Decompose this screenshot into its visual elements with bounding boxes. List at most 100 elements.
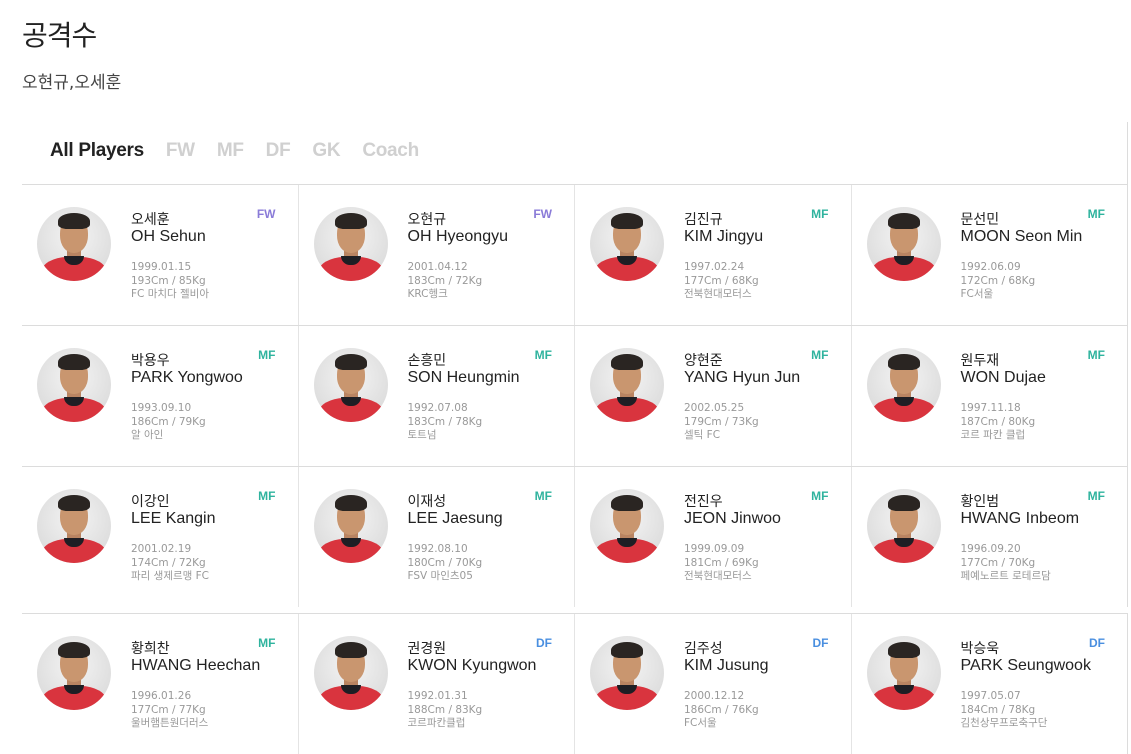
player-card[interactable]: 오현규 OH Hyeongyu FW 2001.04.12 183Cm / 72Kg KR…	[299, 185, 575, 325]
hair-shape	[887, 213, 920, 229]
player-row: 박용우 PARK Yongwoo MF 1993.09.10 186Cm / 79Kg 알…	[22, 325, 1128, 466]
player-card[interactable]: 황인범 HWANG Inbeom MF 1996.09.20 177Cm / 70Kg 페…	[852, 467, 1128, 607]
position-badge: MF	[811, 207, 829, 221]
player-card[interactable]: 문선민 MOON Seon Min MF 1992.06.09 172Cm / 68Kg…	[852, 185, 1128, 325]
player-photo	[590, 636, 664, 710]
position-badge: DF	[812, 636, 829, 650]
player-photo	[866, 636, 941, 710]
player-height-weight: 183Cm / 78Kg	[407, 415, 483, 428]
player-details: 1992.01.31 188Cm / 83Kg 코르파칸클럽	[408, 690, 483, 731]
player-photo	[313, 207, 388, 281]
player-card[interactable]: 권경원 KWON Kyungwon DF 1992.01.31 188Cm / 83Kg…	[299, 614, 575, 754]
player-photo	[590, 207, 664, 281]
player-height-weight: 184Cm / 78Kg	[960, 703, 1036, 716]
hair-shape	[611, 642, 643, 658]
hair-shape	[887, 495, 920, 511]
player-english-name: OH Sehun	[131, 228, 206, 245]
filter-coach[interactable]: Coach	[362, 140, 419, 162]
player-card[interactable]: 박용우 PARK Yongwoo MF 1993.09.10 186Cm / 79Kg 알…	[22, 326, 299, 466]
position-badge: DF	[1089, 636, 1105, 650]
filter-all-players[interactable]: All Players	[50, 140, 144, 162]
player-details: 2002.05.25 179Cm / 73Kg 셀틱 FC	[684, 402, 759, 443]
player-photo	[313, 489, 388, 563]
player-details: 1997.11.18 187Cm / 80Kg 코르 파칸 클럽	[961, 402, 1036, 443]
player-birthdate: 1993.09.10	[131, 402, 192, 414]
player-details: 2001.02.19 174Cm / 72Kg 파리 생제르맹 FC	[131, 543, 209, 584]
filter-fw[interactable]: FW	[166, 140, 195, 162]
player-birthdate: 1999.01.15	[131, 261, 192, 273]
player-korean-name: 오현규	[407, 212, 447, 228]
filter-gk[interactable]: GK	[312, 140, 340, 162]
position-badge: MF	[1087, 348, 1105, 362]
player-photo	[866, 348, 941, 422]
player-height-weight: 187Cm / 80Kg	[960, 415, 1036, 428]
player-korean-name: 박용우	[131, 353, 170, 369]
filter-mf[interactable]: MF	[217, 140, 244, 162]
player-club: 셀틱 FC	[684, 429, 721, 441]
player-card[interactable]: 박승욱 PARK Seungwook DF 1997.05.07 184Cm / 78K…	[852, 614, 1128, 754]
player-photo	[866, 489, 941, 563]
player-english-name: OH Hyeongyu	[407, 228, 509, 245]
player-korean-name: 오세훈	[131, 212, 170, 228]
player-english-name: KIM Jusung	[684, 657, 769, 674]
player-card[interactable]: 김진규 KIM Jingyu MF 1997.02.24 177Cm / 68Kg 전북현…	[575, 185, 852, 325]
player-details: 1996.01.26 177Cm / 77Kg 울버햄튼원더러스	[131, 690, 208, 731]
position-badge: MF	[811, 489, 829, 503]
position-badge: DF	[536, 636, 552, 650]
player-korean-name: 이강인	[131, 494, 170, 510]
player-details: 1999.01.15 193Cm / 85Kg FC 마치다 젤비아	[131, 261, 209, 302]
player-korean-name: 김주성	[684, 641, 723, 657]
player-card[interactable]: 오세훈 OH Sehun FW 1999.01.15 193Cm / 85Kg FC 마치…	[22, 185, 299, 325]
hair-shape	[887, 642, 920, 658]
position-badge: MF	[1087, 489, 1105, 503]
player-card[interactable]: 이재성 LEE Jaesung MF 1992.08.10 180Cm / 70Kg FS…	[299, 467, 575, 607]
position-filter-tabs: All Players FW MF DF GK Coach	[50, 140, 419, 162]
player-english-name: PARK Yongwoo	[131, 369, 243, 386]
player-photo	[590, 348, 664, 422]
player-height-weight: 193Cm / 85Kg	[131, 274, 206, 287]
player-photo	[37, 489, 111, 563]
player-card[interactable]: 손흥민 SON Heungmin MF 1992.07.08 183Cm / 78Kg 토…	[299, 326, 575, 466]
player-height-weight: 172Cm / 68Kg	[960, 274, 1036, 287]
player-club: 알 아인	[131, 429, 164, 441]
player-club: FC서울	[684, 717, 717, 729]
player-english-name: LEE Jaesung	[407, 510, 503, 527]
player-club: 코르 파칸 클럽	[960, 429, 1026, 441]
player-birthdate: 1992.01.31	[407, 690, 468, 702]
player-card[interactable]: 전진우 JEON Jinwoo MF 1999.09.09 181Cm / 69Kg 전북…	[575, 467, 852, 607]
player-birthdate: 2000.12.12	[684, 690, 745, 702]
player-korean-name: 황인범	[960, 494, 1000, 510]
position-badge: FW	[256, 207, 276, 221]
player-birthdate: 1996.09.20	[960, 543, 1021, 555]
player-club: 파리 생제르맹 FC	[131, 570, 210, 582]
player-birthdate: 2001.04.12	[407, 261, 468, 273]
player-row: 황희찬 HWANG Heechan MF 1996.01.26 177Cm / 77Kg…	[22, 613, 1128, 754]
player-details: 2000.12.12 186Cm / 76Kg FC서울	[684, 690, 759, 731]
player-club: 전북현대모터스	[684, 570, 752, 582]
player-card[interactable]: 원두재 WON Dujae MF 1997.11.18 187Cm / 80Kg 코르 파…	[852, 326, 1128, 466]
player-korean-name: 문선민	[960, 212, 1000, 228]
position-badge: MF	[534, 489, 552, 503]
position-badge: MF	[1087, 207, 1105, 221]
player-height-weight: 188Cm / 83Kg	[407, 703, 483, 716]
player-card[interactable]: 황희찬 HWANG Heechan MF 1996.01.26 177Cm / 77Kg…	[22, 614, 299, 754]
hair-shape	[58, 213, 90, 229]
hair-shape	[887, 354, 920, 370]
position-badge: MF	[258, 636, 276, 650]
player-birthdate: 1997.11.18	[960, 402, 1021, 414]
player-card[interactable]: 이강인 LEE Kangin MF 2001.02.19 174Cm / 72Kg 파리 …	[22, 467, 299, 607]
player-height-weight: 180Cm / 70Kg	[407, 556, 483, 569]
player-club: 페예노르트 로테르담	[960, 570, 1051, 582]
player-height-weight: 177Cm / 70Kg	[960, 556, 1036, 569]
player-english-name: HWANG Inbeom	[960, 510, 1080, 527]
player-english-name: WON Dujae	[960, 369, 1046, 386]
filter-df[interactable]: DF	[266, 140, 291, 162]
hair-shape	[611, 354, 643, 370]
player-details: 1997.05.07 184Cm / 78Kg 김천상무프로축구단	[961, 690, 1048, 731]
player-club: FSV 마인츠05	[407, 570, 473, 582]
player-details: 1997.02.24 177Cm / 68Kg 전북현대모터스	[684, 261, 759, 302]
player-club: 울버햄튼원더러스	[131, 717, 209, 729]
player-card[interactable]: 김주성 KIM Jusung DF 2000.12.12 186Cm / 76Kg FC서…	[575, 614, 852, 754]
player-korean-name: 황희찬	[131, 641, 170, 657]
player-card[interactable]: 양현준 YANG Hyun Jun MF 2002.05.25 179Cm / 73Kg…	[575, 326, 852, 466]
